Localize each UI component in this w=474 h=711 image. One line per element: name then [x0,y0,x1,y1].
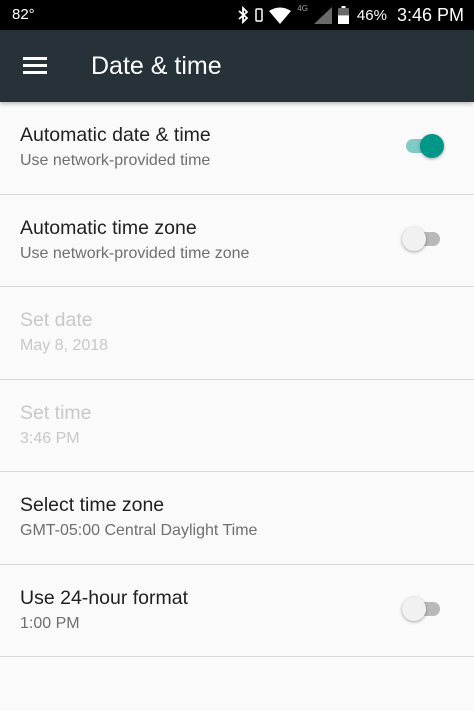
setting-title: Set time [20,401,92,424]
toggle-thumb [402,226,426,251]
battery-percent: 46% [356,6,387,24]
setting-summary: May 8, 2018 [20,337,109,354]
page-title: Date & time [91,52,222,80]
battery-icon [337,6,349,24]
setting-title: Select time zone [20,494,165,516]
network-type-label: 4G [297,4,308,13]
setting-automatic-date-time[interactable]: Automatic date & time Use network-provid… [0,102,474,195]
24-hour-format-toggle[interactable] [402,596,440,621]
setting-summary: Use network-provided time [20,152,211,169]
app-bar: Date & time [0,30,474,102]
status-clock: 3:46 PM [396,4,464,25]
setting-set-time: Set time 3:46 PM [0,380,474,472]
signal-icon [313,6,332,24]
bluetooth-icon [238,6,249,24]
setting-title: Use 24-hour format [20,586,188,609]
automatic-time-zone-toggle[interactable] [402,226,440,251]
setting-title: Automatic time zone [20,216,197,239]
toggle-thumb [402,596,426,621]
temperature-text: 82° [12,6,35,23]
setting-set-date: Set date May 8, 2018 [0,287,474,380]
setting-summary: Use network-provided time zone [20,244,250,262]
status-bar: 82° 4G 46% 3:46 PM [0,0,474,30]
menu-icon[interactable] [22,54,48,78]
automatic-date-time-toggle[interactable] [406,134,444,158]
setting-automatic-time-zone[interactable]: Automatic time zone Use network-provided… [0,195,474,287]
setting-24-hour-format[interactable]: Use 24-hour format 1:00 PM [0,565,474,657]
setting-summary: 3:46 PM [20,429,80,447]
wifi-icon [269,7,292,24]
setting-summary: GMT-05:00 Central Daylight Time [20,522,258,539]
setting-title: Set date [20,309,93,331]
setting-title: Automatic date & time [20,124,211,146]
settings-list: Automatic date & time Use network-provid… [0,102,474,657]
setting-select-time-zone[interactable]: Select time zone GMT-05:00 Central Dayli… [0,472,474,565]
status-icons: 4G 46% 3:46 PM [231,4,464,26]
toggle-thumb [420,134,444,158]
setting-summary: 1:00 PM [20,614,80,632]
vibrate-icon [255,8,263,22]
